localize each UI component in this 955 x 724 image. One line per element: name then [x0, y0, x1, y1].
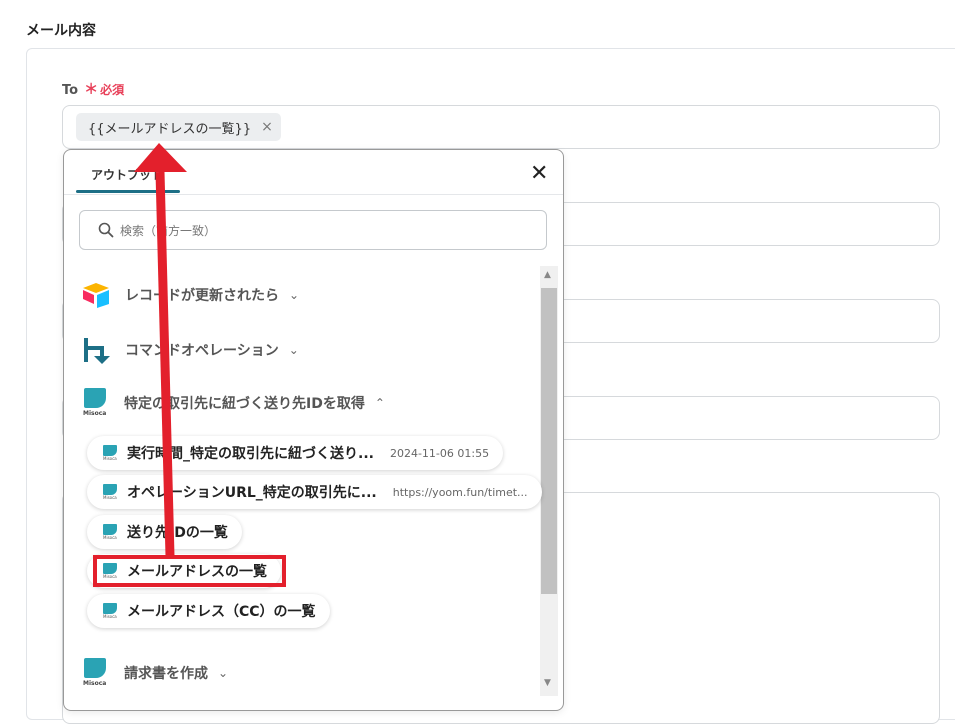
annotation-arrow-icon	[134, 143, 187, 557]
